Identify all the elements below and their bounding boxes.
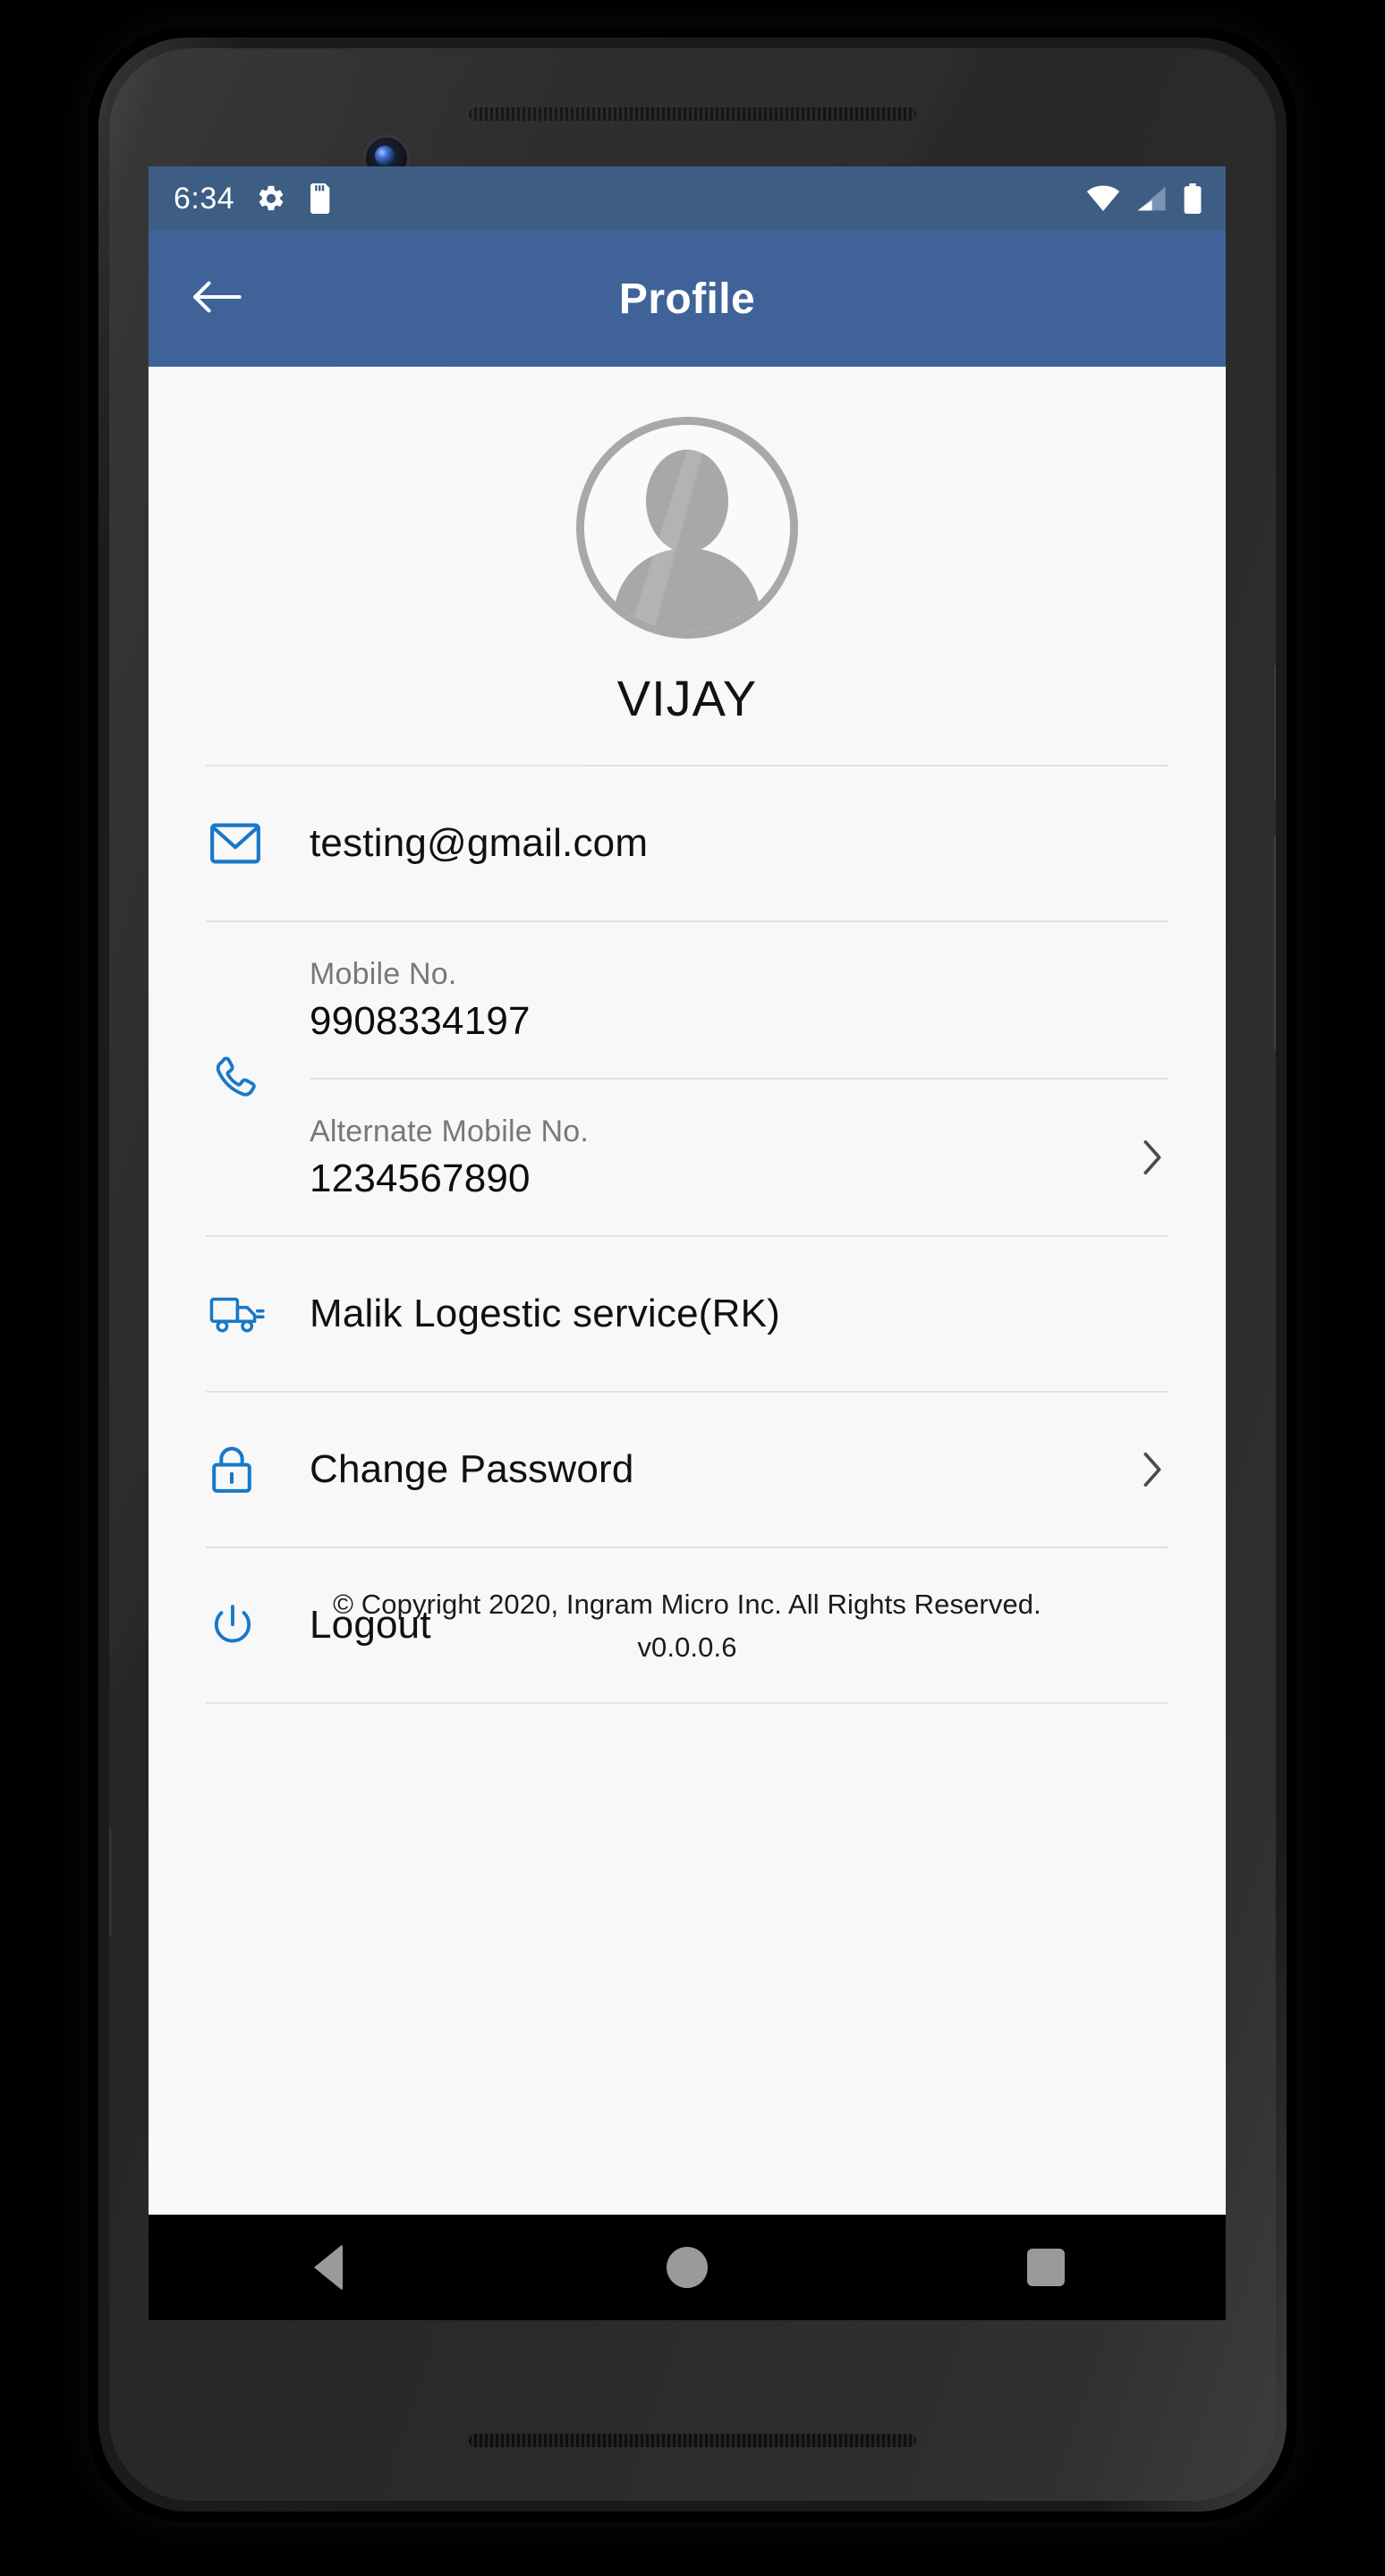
- copyright-text: © Copyright 2020, Ingram Micro Inc. All …: [333, 1589, 1041, 1620]
- status-clock: 6:34: [174, 182, 235, 216]
- phone-fields: Mobile No. 9908334197 Alternate Mobile N…: [310, 922, 1168, 1235]
- volume-button[interactable]: [1273, 835, 1276, 1050]
- row-change-password-main: Change Password: [310, 1447, 1124, 1492]
- change-password-label: Change Password: [310, 1447, 634, 1491]
- earpiece-grill: [469, 107, 916, 121]
- android-nav-bar: [149, 2215, 1226, 2320]
- chevron-right-icon[interactable]: [1124, 1137, 1168, 1178]
- phone-icon: [206, 922, 310, 1235]
- screenshot-stage: 6:34 Profile VIJAY testing@gmail.com Mob…: [0, 0, 1385, 2576]
- gear-icon: [256, 183, 286, 214]
- profile-header: VIJAY: [149, 367, 1226, 727]
- row-logistics-main: Malik Logestic service(RK): [310, 1292, 1168, 1336]
- nav-back-button[interactable]: [266, 2215, 391, 2320]
- row-phone: Mobile No. 9908334197 Alternate Mobile N…: [206, 922, 1168, 1237]
- row-alternate-mobile-number[interactable]: Alternate Mobile No. 1234567890: [310, 1078, 1168, 1235]
- row-logistics[interactable]: Malik Logestic service(RK): [206, 1237, 1168, 1393]
- camera-glint: [379, 148, 387, 155]
- email-value: testing@gmail.com: [310, 821, 649, 865]
- cell-signal-icon: [1136, 185, 1167, 212]
- row-mobile-number[interactable]: Mobile No. 9908334197: [310, 922, 1168, 1078]
- logistics-label: Malik Logestic service(RK): [310, 1292, 781, 1335]
- mobile-number-value: 9908334197: [310, 998, 531, 1043]
- nav-back-icon: [313, 2244, 343, 2291]
- nav-recents-icon: [1027, 2249, 1066, 2286]
- footer: © Copyright 2020, Ingram Micro Inc. All …: [149, 1583, 1226, 1669]
- row-email[interactable]: testing@gmail.com: [206, 767, 1168, 922]
- row-change-password[interactable]: Change Password: [206, 1393, 1168, 1548]
- left-side-button[interactable]: [109, 1828, 112, 1936]
- phone-screen: 6:34 Profile VIJAY testing@gmail.com Mob…: [149, 166, 1226, 2215]
- bottom-speaker-grill: [469, 2434, 916, 2447]
- app-bar: Profile: [149, 231, 1226, 367]
- row-email-main: testing@gmail.com: [310, 821, 1168, 866]
- alternate-mobile-value: 1234567890: [310, 1156, 531, 1200]
- profile-content: VIJAY testing@gmail.com Mobile No. 99083…: [149, 367, 1226, 2215]
- version-text: v0.0.0.6: [637, 1631, 737, 1664]
- user-name: VIJAY: [616, 670, 758, 726]
- alternate-mobile-text: Alternate Mobile No. 1234567890: [310, 1114, 1124, 1201]
- chevron-right-icon[interactable]: [1124, 1449, 1168, 1490]
- status-bar-left: 6:34: [174, 183, 331, 214]
- lock-icon: [206, 1445, 310, 1494]
- mobile-number-label: Mobile No.: [310, 956, 457, 991]
- status-bar-right: [1086, 183, 1202, 214]
- nav-recents-button[interactable]: [983, 2215, 1109, 2320]
- page-title: Profile: [618, 275, 756, 323]
- nav-home-icon: [666, 2247, 708, 2288]
- user-avatar-placeholder: [584, 425, 790, 631]
- mobile-number-text: Mobile No. 9908334197: [310, 957, 1168, 1044]
- envelope-icon: [206, 823, 310, 864]
- wifi-icon: [1086, 185, 1120, 212]
- battery-icon: [1183, 183, 1202, 214]
- avatar[interactable]: [576, 417, 798, 639]
- power-button[interactable]: [1273, 665, 1276, 800]
- nav-home-button[interactable]: [625, 2215, 750, 2320]
- truck-icon: [206, 1293, 310, 1335]
- profile-rows: testing@gmail.com Mobile No. 9908334197 …: [149, 767, 1226, 1704]
- status-bar: 6:34: [149, 166, 1226, 231]
- alternate-mobile-label: Alternate Mobile No.: [310, 1114, 590, 1148]
- sd-card-icon: [308, 183, 331, 214]
